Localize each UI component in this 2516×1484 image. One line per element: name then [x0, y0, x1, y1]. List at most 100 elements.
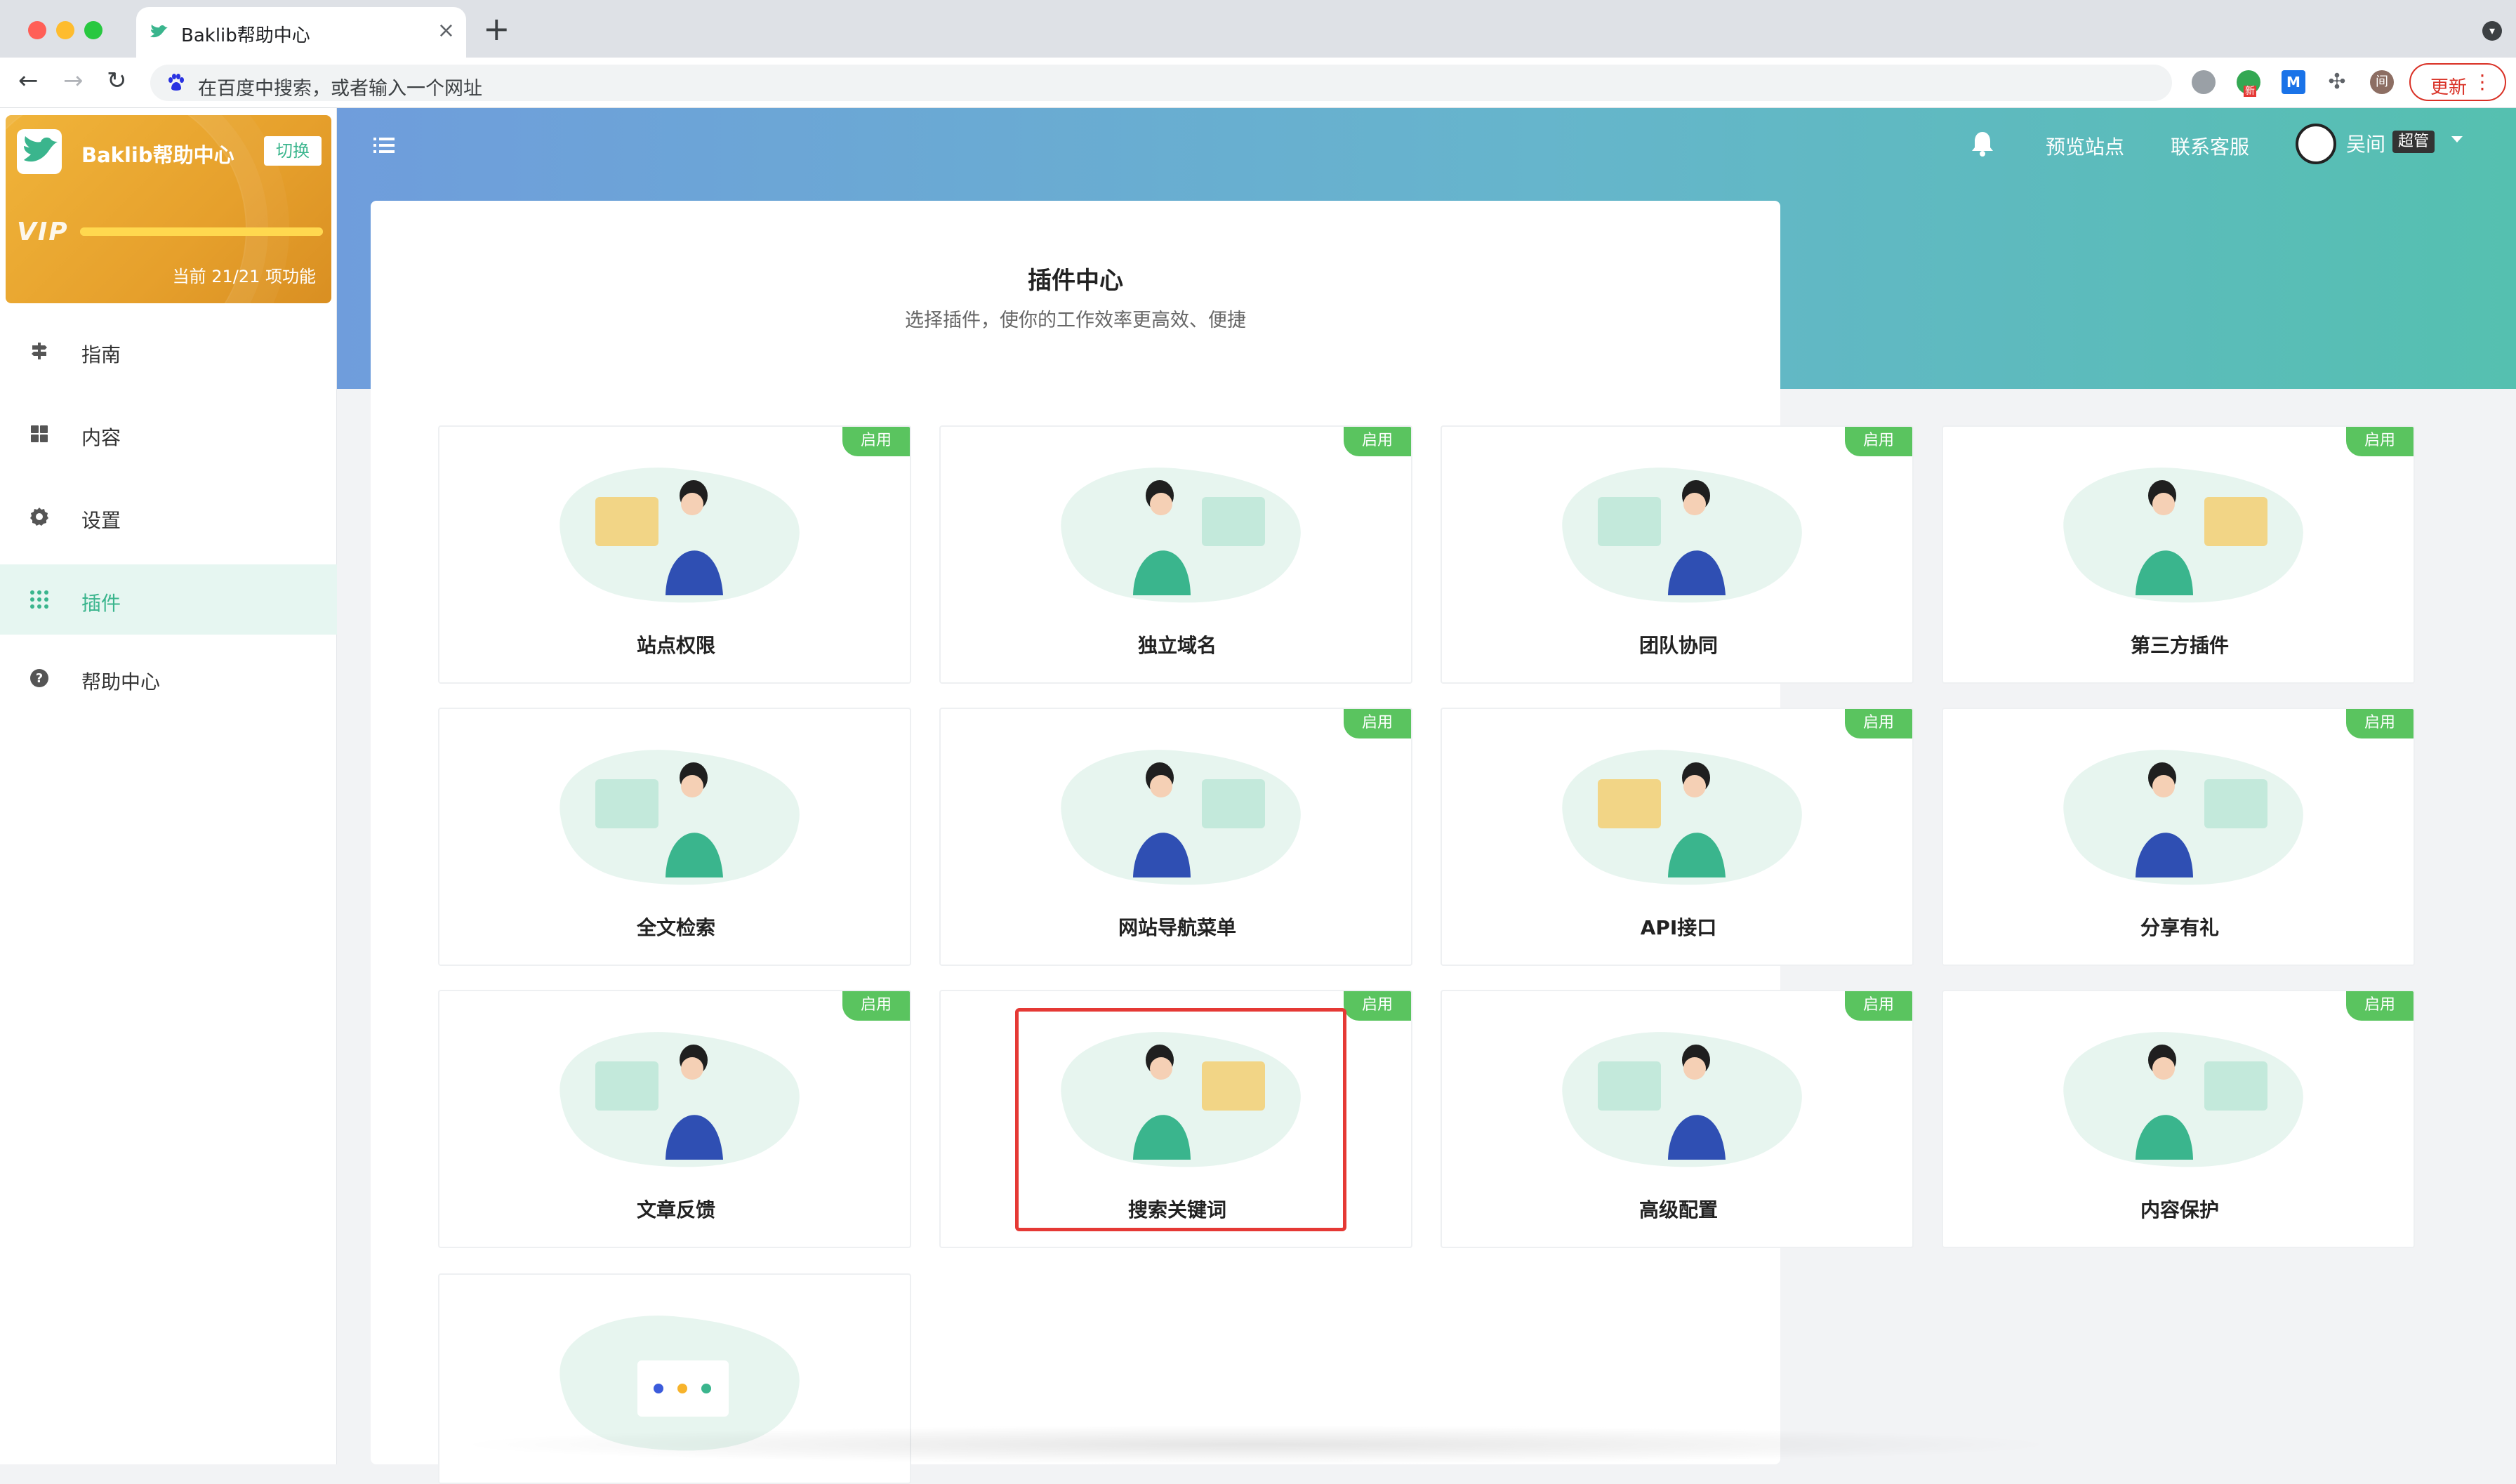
- plugin-name: API接口: [1640, 916, 1717, 939]
- plugin-card[interactable]: 站点权限 启用: [438, 425, 911, 684]
- enabled-badge: 启用: [842, 427, 910, 456]
- plugin-illustration-icon: [1562, 1032, 1802, 1167]
- vip-usage-text: 当前 21/21 项功能: [172, 267, 316, 286]
- minimize-window-button[interactable]: [56, 21, 74, 39]
- sidebar-item-help-center[interactable]: ? 帮助中心: [0, 643, 337, 713]
- enabled-badge: 启用: [1845, 709, 1912, 738]
- sidebar: Baklib帮助中心 切换 VIP 当前 21/21 项功能 指南 内容 设置: [0, 108, 337, 1464]
- plugin-card[interactable]: 团队协同 启用: [1441, 425, 1914, 684]
- preview-site-link[interactable]: 预览站点: [2046, 132, 2124, 160]
- plugin-name: 内容保护: [2140, 1198, 2219, 1221]
- plugin-name: 网站导航菜单: [1118, 916, 1236, 939]
- signpost-icon: [32, 343, 47, 359]
- switch-site-button[interactable]: 切换: [264, 136, 322, 166]
- bird-logo-icon: [150, 25, 168, 38]
- vip-mark: VIP: [17, 218, 69, 246]
- sidebar-item-label: 设置: [81, 509, 121, 532]
- menu-list-icon[interactable]: [373, 136, 395, 154]
- plugin-illustration-icon: [2063, 750, 2303, 885]
- enabled-badge: 启用: [2346, 709, 2414, 738]
- extension-check-icon[interactable]: 新: [2237, 70, 2260, 97]
- enabled-badge: 启用: [1344, 991, 1411, 1021]
- plugin-card[interactable]: 独立域名 启用: [939, 425, 1412, 684]
- reload-icon[interactable]: ↻: [107, 69, 127, 93]
- sidebar-item-settings[interactable]: 设置: [0, 482, 337, 552]
- plugin-name: 站点权限: [636, 634, 715, 657]
- plugin-name: 文章反馈: [636, 1198, 715, 1221]
- plugin-card[interactable]: 网站导航菜单 启用: [939, 708, 1412, 966]
- plugin-illustration-icon: [1061, 468, 1301, 603]
- sidebar-item-label: 帮助中心: [81, 670, 161, 694]
- plugin-card[interactable]: API接口 启用: [1441, 708, 1914, 966]
- avatar[interactable]: [2296, 124, 2336, 164]
- close-tab-icon[interactable]: ×: [437, 18, 455, 43]
- gear-icon: [30, 508, 48, 526]
- browser-tab-bar: Baklib帮助中心 × + ▾: [0, 0, 2516, 58]
- page-subtitle: 选择插件，使你的工作效率更高效、便捷: [905, 310, 1246, 331]
- user-name[interactable]: 吴间: [2346, 129, 2385, 157]
- sidebar-item-plugins[interactable]: 插件: [0, 564, 337, 635]
- more-vert-icon: ⋮: [2472, 70, 2492, 93]
- sidebar-item-label: 内容: [81, 426, 121, 449]
- globe-extension-icon[interactable]: [2192, 70, 2216, 94]
- plugin-illustration-icon: [2063, 1032, 2303, 1167]
- svg-text:?: ?: [36, 671, 43, 686]
- plugin-card[interactable]: 全文检索: [438, 708, 911, 966]
- chevron-down-icon[interactable]: [2451, 136, 2463, 143]
- new-tab-button[interactable]: +: [483, 13, 510, 45]
- plugin-card[interactable]: 第三方插件 启用: [1942, 425, 2415, 684]
- plugin-name: 独立域名: [1137, 634, 1217, 657]
- plugin-illustration-icon: [1061, 750, 1301, 885]
- enabled-badge: 启用: [1845, 427, 1912, 456]
- sidebar-item-label: 指南: [81, 343, 121, 366]
- address-placeholder: 在百度中搜索，或者输入一个网址: [198, 78, 482, 100]
- selection-highlight: [1015, 1008, 1346, 1231]
- forward-icon[interactable]: →: [63, 69, 84, 93]
- plugin-illustration-icon: [560, 468, 800, 603]
- update-label: 更新: [2430, 77, 2468, 98]
- extension-badge: 新: [2244, 86, 2256, 97]
- bird-logo-icon: [24, 136, 58, 162]
- scroll-shadow: [449, 1425, 2064, 1464]
- m-extension-icon[interactable]: M: [2282, 70, 2305, 94]
- browser-toolbar: ← → ↻ 在百度中搜索，或者输入一个网址 新 M ✣ 间 更新 ⋮: [0, 58, 2516, 108]
- close-window-button[interactable]: [28, 21, 46, 39]
- apps-icon: [30, 590, 48, 609]
- maximize-window-button[interactable]: [84, 21, 102, 39]
- plugin-illustration-icon: [2063, 468, 2303, 603]
- vip-card: Baklib帮助中心 切换 VIP 当前 21/21 项功能: [6, 115, 331, 303]
- profile-avatar[interactable]: 间: [2370, 70, 2394, 94]
- enabled-badge: 启用: [1344, 427, 1411, 456]
- bell-icon[interactable]: [1970, 129, 1995, 157]
- sidebar-item-content[interactable]: 内容: [0, 399, 337, 469]
- enabled-badge: 启用: [842, 991, 910, 1021]
- plugin-name: 第三方插件: [2130, 634, 2229, 657]
- tab-title: Baklib帮助中心: [181, 25, 310, 46]
- tab-search-icon[interactable]: ▾: [2482, 21, 2502, 41]
- plugin-name: 分享有礼: [2140, 916, 2219, 939]
- site-logo: [17, 129, 62, 174]
- plugin-illustration-icon: [1562, 750, 1802, 885]
- sidebar-item-label: 插件: [81, 592, 121, 615]
- plugin-card[interactable]: 分享有礼 启用: [1942, 708, 2415, 966]
- help-icon: ?: [30, 669, 48, 687]
- sidebar-item-guide[interactable]: 指南: [0, 316, 337, 386]
- address-bar[interactable]: 在百度中搜索，或者输入一个网址: [150, 65, 2172, 101]
- vip-usage-fill: [80, 227, 323, 236]
- plugin-card[interactable]: 文章反馈 启用: [438, 990, 911, 1248]
- back-icon[interactable]: ←: [18, 69, 39, 93]
- contact-support-link[interactable]: 联系客服: [2171, 132, 2249, 160]
- site-name: Baklib帮助中心: [81, 143, 234, 167]
- puzzle-extensions-icon[interactable]: ✣: [2325, 70, 2349, 94]
- plugin-name: 全文检索: [636, 916, 715, 939]
- plugin-illustration-icon: [1562, 468, 1802, 603]
- plugin-illustration-icon: [560, 1032, 800, 1167]
- plugin-card[interactable]: 内容保护 启用: [1942, 990, 2415, 1248]
- plugin-illustration-icon: [560, 750, 800, 885]
- plugin-name: 团队协同: [1638, 634, 1718, 657]
- plugin-name: 高级配置: [1638, 1198, 1718, 1221]
- page-title: 插件中心: [1028, 267, 1123, 295]
- update-button[interactable]: 更新 ⋮: [2409, 63, 2506, 101]
- plugin-card[interactable]: 高级配置 启用: [1441, 990, 1914, 1248]
- browser-tab[interactable]: Baklib帮助中心 ×: [136, 7, 466, 58]
